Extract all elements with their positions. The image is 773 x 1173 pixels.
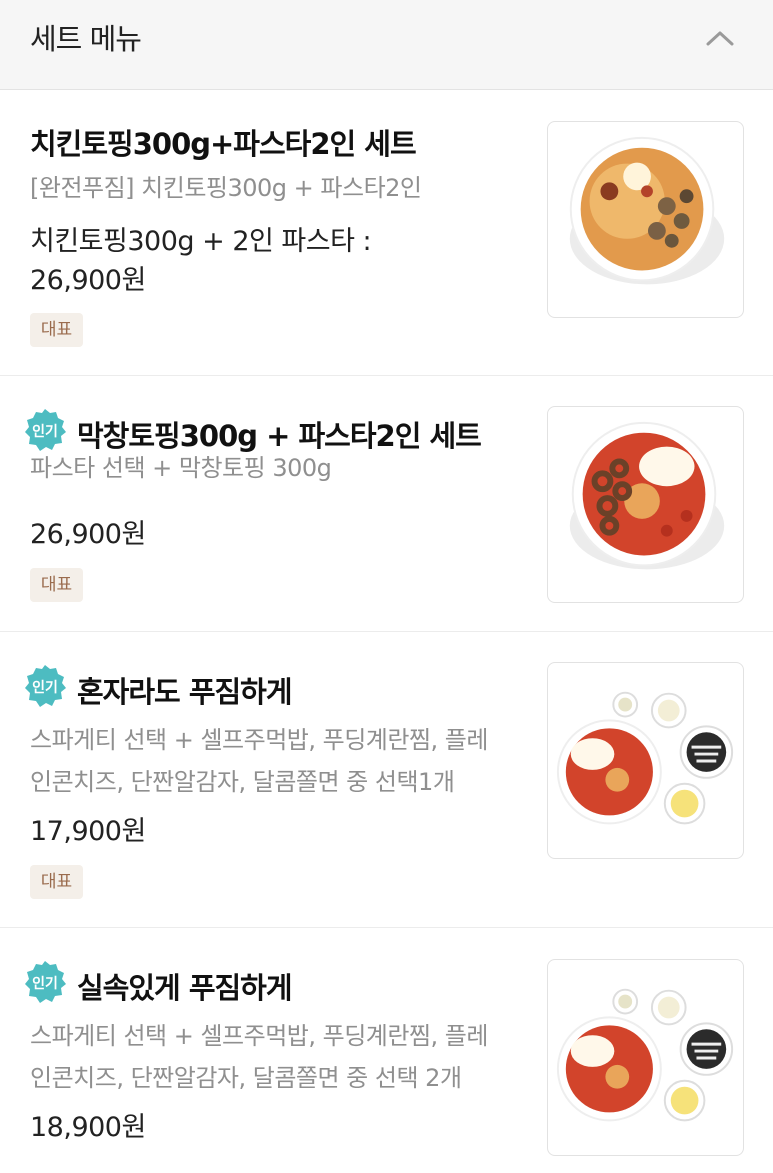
menu-item[interactable]: 치킨토핑300g+파스타2인 세트 [완전푸짐] 치킨토핑300g + 파스타2… (0, 91, 773, 376)
menu-item-price: 18,900원 (30, 1108, 530, 1147)
menu-item-price: 치킨토핑300g + 2인 파스타 : 26,900원 (30, 222, 530, 300)
menu-item-title: 실속있게 푸짐하게 (77, 971, 293, 1005)
popular-badge-label: 인기 (32, 975, 58, 992)
chevron-up-icon (706, 31, 734, 46)
menu-item-description: 스파게티 선택 + 셀프주먹밥, 푸딩계란찜, 플레 인콘치즈, 단짠알감자, … (30, 1015, 520, 1099)
menu-item-description: [완전푸짐] 치킨토핑300g + 파스타2인 (30, 167, 520, 209)
menu-item[interactable]: 인기 막창토핑300g + 파스타2인 세트 파스타 선택 + 막창토핑 300… (0, 376, 773, 632)
menu-item-description: 파스타 선택 + 막창토핑 300g (30, 447, 520, 489)
value-set-dishes-image (556, 988, 734, 1122)
menu-item-image[interactable] (547, 662, 744, 859)
popular-badge-icon: 인기 (25, 665, 66, 707)
menu-item[interactable]: 인기 혼자라도 푸짐하게 스파게티 선택 + 셀프주먹밥, 푸딩계란찜, 플레 … (0, 632, 773, 928)
price-line: 26,900원 (30, 265, 146, 296)
description-line: 파스타 선택 + 막창토핑 300g (30, 454, 332, 482)
description-line: 스파게티 선택 + 셀프주먹밥, 푸딩계란찜, 플레 (30, 726, 488, 754)
collapse-button[interactable] (700, 20, 740, 56)
menu-list: 치킨토핑300g+파스타2인 세트 [완전푸짐] 치킨토핑300g + 파스타2… (0, 91, 773, 1173)
menu-item-price: 26,900원 (30, 515, 530, 554)
menu-item-title: 치킨토핑300g+파스타2인 세트 (30, 127, 417, 161)
description-line: 스파게티 선택 + 셀프주먹밥, 푸딩계란찜, 플레 (30, 1022, 488, 1050)
popular-badge-label: 인기 (32, 423, 58, 440)
menu-item-image[interactable] (547, 121, 744, 318)
menu-item-image[interactable] (547, 406, 744, 603)
price-line: 치킨토핑300g + 2인 파스타 : (30, 226, 372, 257)
price-line: 26,900원 (30, 519, 146, 550)
menu-item-title: 혼자라도 푸짐하게 (77, 675, 293, 709)
price-line: 18,900원 (30, 1112, 146, 1143)
solo-set-dishes-image (556, 691, 734, 825)
popular-badge-label: 인기 (32, 679, 58, 696)
description-line: [완전푸짐] 치킨토핑300g + 파스타2인 (30, 174, 422, 202)
popular-badge-icon: 인기 (25, 961, 66, 1003)
representative-tag: 대표 (30, 568, 83, 602)
section-header[interactable]: 세트 메뉴 (0, 0, 773, 90)
menu-item-price: 17,900원 (30, 812, 530, 851)
chicken-pasta-bowl-image (569, 136, 725, 285)
representative-tag: 대표 (30, 313, 83, 347)
price-line: 17,900원 (30, 816, 146, 847)
representative-tag: 대표 (30, 865, 83, 899)
description-line: 인콘치즈, 단짠알감자, 달콤쫄면 중 선택1개 (30, 768, 455, 796)
makchang-pasta-bowl-image (569, 421, 725, 570)
menu-item-description: 스파게티 선택 + 셀프주먹밥, 푸딩계란찜, 플레 인콘치즈, 단짠알감자, … (30, 719, 520, 803)
description-line: 인콘치즈, 단짠알감자, 달콤쫄면 중 선택 2개 (30, 1064, 462, 1092)
menu-item[interactable]: 인기 실속있게 푸짐하게 스파게티 선택 + 셀프주먹밥, 푸딩계란찜, 플레 … (0, 928, 773, 1173)
section-title: 세트 메뉴 (30, 22, 142, 56)
menu-item-image[interactable] (547, 959, 744, 1156)
